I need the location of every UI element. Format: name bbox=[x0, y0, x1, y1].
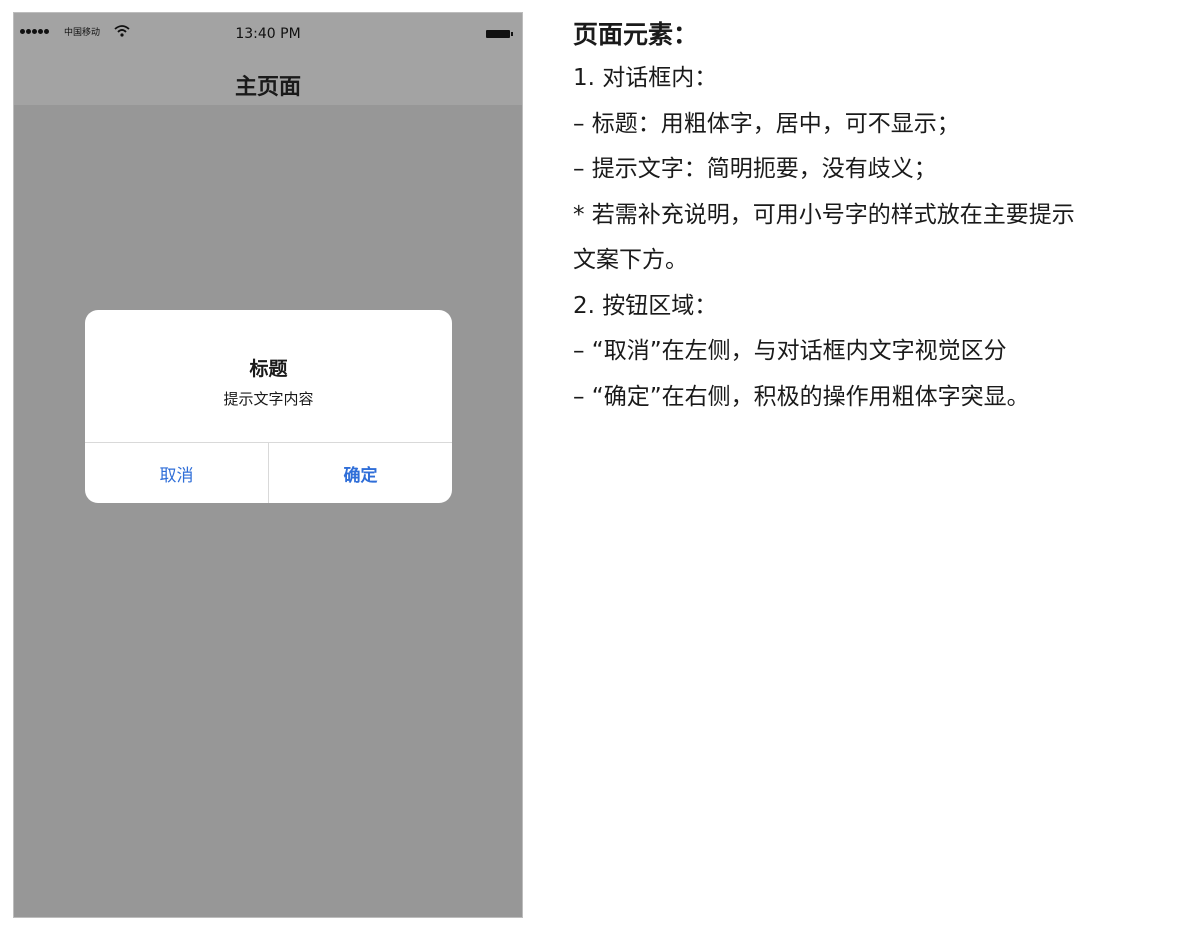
nav-title: 主页面 bbox=[234, 75, 301, 100]
alert-dialog: 标题 提示文字内容 取消 确定 bbox=[85, 310, 452, 503]
battery-icon bbox=[486, 30, 513, 38]
description-line: 2. 按钮区域： bbox=[573, 292, 718, 319]
description-heading: 页面元素： bbox=[573, 20, 699, 49]
description-line: – “确定”在右侧，积极的操作用粗体字突显。 bbox=[573, 383, 1030, 410]
confirm-button[interactable]: 确定 bbox=[269, 443, 452, 503]
description-line: – 标题：用粗体字，居中，可不显示； bbox=[573, 110, 960, 137]
status-time: 13:40 PM bbox=[235, 26, 301, 42]
description-line: – “取消”在左侧，与对话框内文字视觉区分 bbox=[573, 338, 1007, 364]
description-line: * 若需补充说明，可用小号字的样式放在主要提示 bbox=[573, 201, 1075, 228]
description-panel: 页面元素： 1. 对话框内： – 标题：用粗体字，居中，可不显示； – 提示文字… bbox=[573, 14, 1193, 420]
cancel-button[interactable]: 取消 bbox=[85, 443, 268, 503]
dialog-title: 标题 bbox=[249, 358, 288, 380]
dialog-message: 提示文字内容 bbox=[223, 390, 314, 408]
navigation-bar: 主页面 bbox=[14, 55, 522, 105]
description-line: 1. 对话框内： bbox=[573, 65, 718, 91]
phone-mockup: 中国移动 13:40 PM 主页面 标题 提示文字内容 取消 确定 bbox=[13, 12, 523, 918]
description-line: 文案下方。 bbox=[573, 247, 688, 273]
description-line: – 提示文字：简明扼要，没有歧义； bbox=[573, 156, 937, 182]
status-bar: 中国移动 13:40 PM bbox=[14, 13, 522, 55]
